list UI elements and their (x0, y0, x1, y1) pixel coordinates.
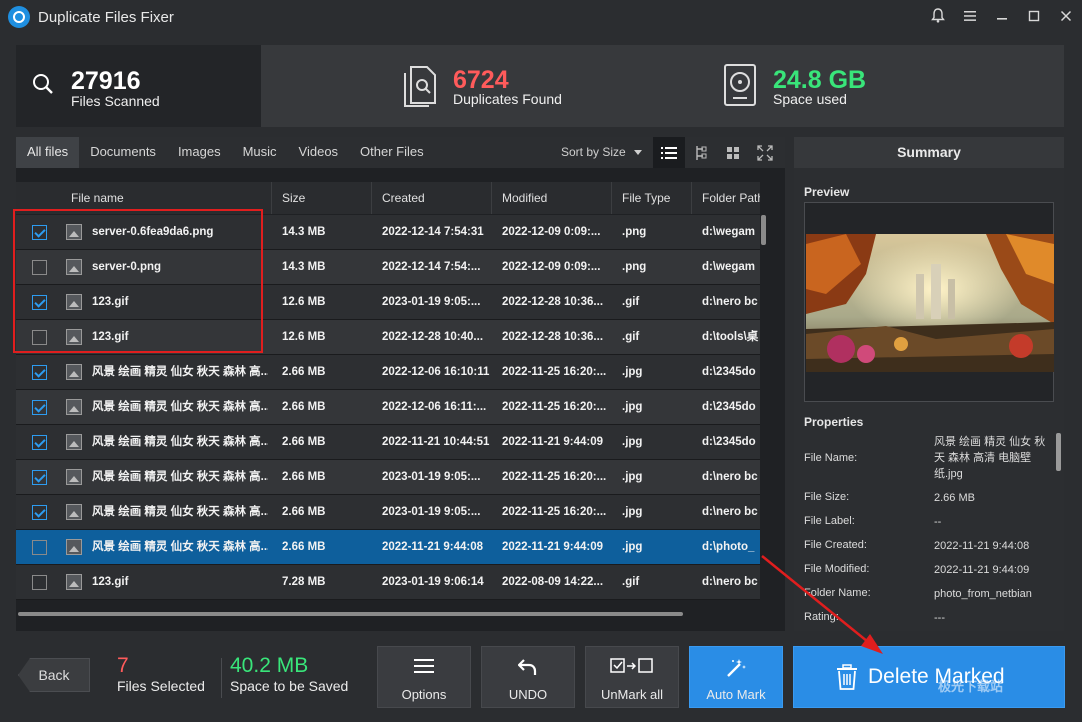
annotation-arrow (761, 555, 883, 654)
